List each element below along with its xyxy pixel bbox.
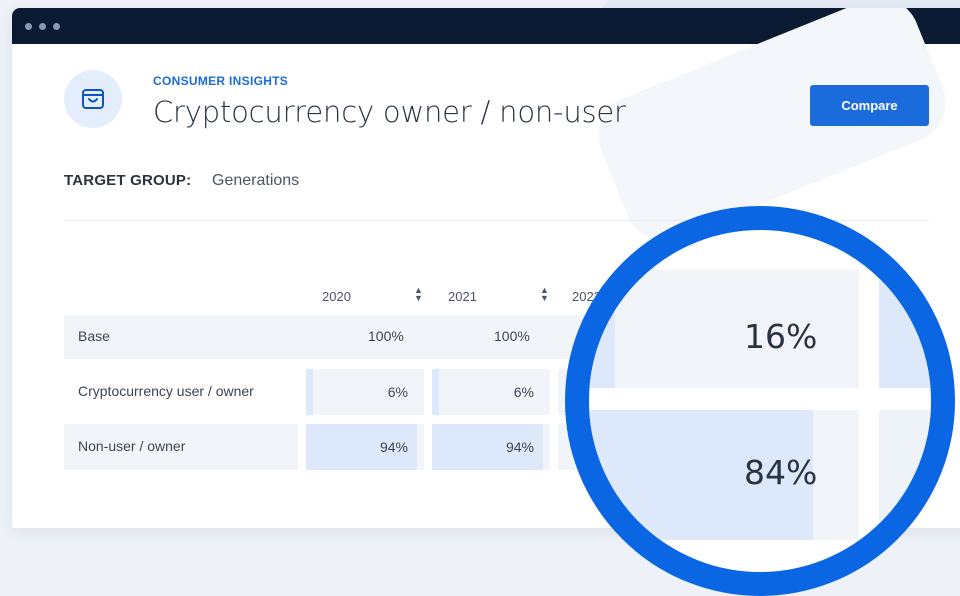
cell-value: 6% bbox=[387, 384, 408, 400]
page-title: Cryptocurrency owner / non-user bbox=[153, 95, 626, 129]
value-bar bbox=[306, 369, 314, 415]
zoom-value-crypto: 16% bbox=[744, 317, 818, 356]
row-label: Base bbox=[78, 328, 110, 344]
table-cell: 94% bbox=[432, 424, 550, 470]
target-group-label: TARGET GROUP: bbox=[64, 172, 192, 189]
section-eyebrow: CONSUMER INSIGHTS bbox=[153, 74, 289, 88]
window-minimize-dot[interactable] bbox=[39, 22, 46, 30]
base-value-2021: 100% bbox=[494, 328, 530, 344]
window-maximize-dot[interactable] bbox=[53, 22, 60, 30]
row-label: Non-user / owner bbox=[78, 438, 186, 454]
target-group-value[interactable]: Generations bbox=[212, 172, 299, 190]
cell-value: 94% bbox=[379, 439, 408, 455]
table-cell: 94% bbox=[306, 424, 424, 470]
table-cell: 6% bbox=[432, 369, 550, 415]
sort-icon[interactable]: ▲ ▼ bbox=[540, 286, 549, 303]
zoom-value-nonuser: 84% bbox=[744, 453, 818, 492]
magnifier-lens: 16% 84% bbox=[565, 206, 955, 596]
cell-value: 94% bbox=[505, 439, 534, 455]
table-cell: 6% bbox=[306, 369, 424, 415]
cell-value: 6% bbox=[513, 384, 534, 400]
row-label: Cryptocurrency user / owner bbox=[78, 383, 254, 399]
base-value-2020: 100% bbox=[368, 328, 404, 344]
sort-icon[interactable]: ▲ ▼ bbox=[414, 286, 423, 303]
shopping-bag-icon bbox=[64, 70, 122, 128]
compare-button[interactable]: Compare bbox=[810, 85, 929, 126]
window-close-dot[interactable] bbox=[25, 22, 32, 30]
column-header-2021[interactable]: 2021 bbox=[448, 289, 477, 304]
column-header-2020[interactable]: 2020 bbox=[322, 289, 351, 304]
value-bar bbox=[432, 369, 440, 415]
